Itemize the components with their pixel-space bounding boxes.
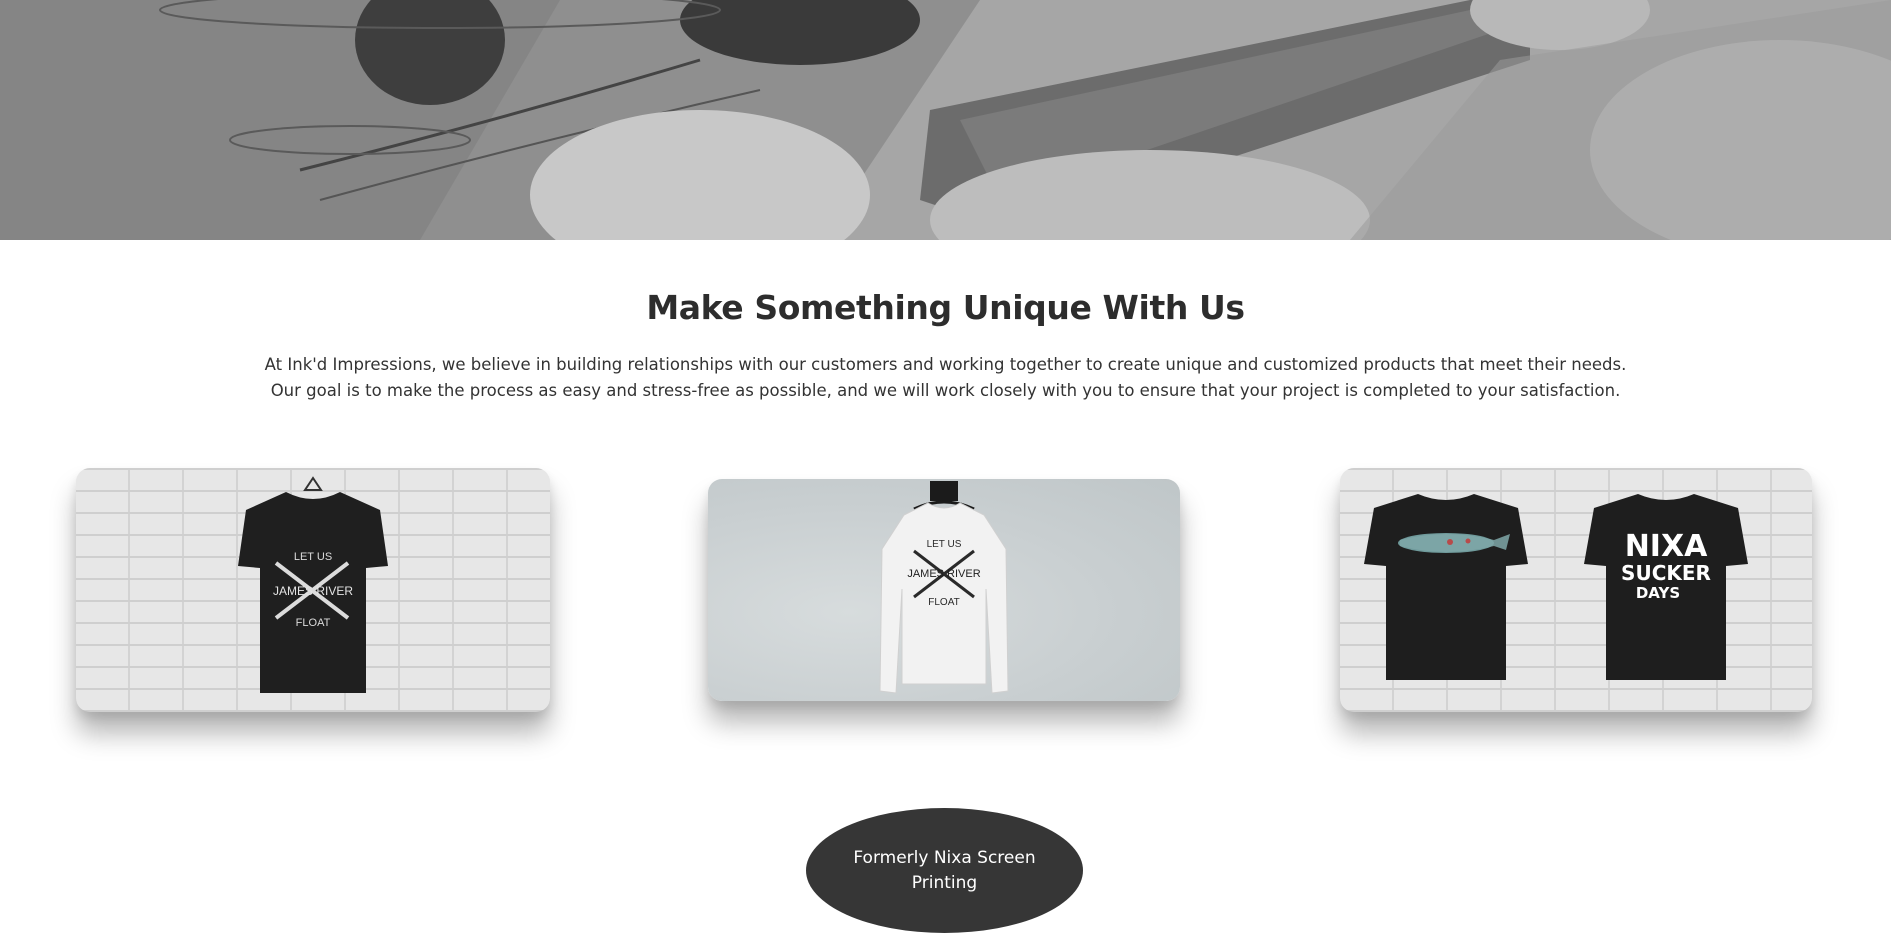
- cta-label: Formerly Nixa Screen Printing: [853, 847, 1036, 893]
- section-title: Make Something Unique With Us: [646, 288, 1245, 327]
- hero-image: [0, 0, 1891, 240]
- intro-line-2: Our goal is to make the process as easy …: [270, 381, 1621, 400]
- svg-text:LET US: LET US: [927, 539, 962, 550]
- shirt-print-sucker: SUCKER: [1621, 561, 1711, 585]
- intro-line-1: At Ink'd Impressions, we believe in buil…: [264, 355, 1627, 374]
- product-image-black-tshirt: LET US JAMES RIVER FLOAT: [76, 468, 550, 712]
- product-image-two-black-tshirts: NIXA SUCKER DAYS: [1340, 468, 1812, 712]
- formerly-nixa-button[interactable]: Formerly Nixa Screen Printing: [806, 808, 1083, 933]
- svg-text:FLOAT: FLOAT: [928, 597, 959, 608]
- shirt-print-nixa: NIXA: [1625, 529, 1708, 564]
- svg-text:JAMES RIVER: JAMES RIVER: [273, 584, 353, 598]
- shirt-print-days: DAYS: [1636, 584, 1680, 602]
- product-image-white-sweatshirt: LET US JAMES RIVER FLOAT: [708, 479, 1180, 701]
- intro-text: At Ink'd Impressions, we believe in buil…: [0, 352, 1891, 404]
- svg-text:JAMES RIVER: JAMES RIVER: [907, 568, 980, 580]
- svg-text:FLOAT: FLOAT: [296, 617, 331, 629]
- shirt-print-top: LET US: [294, 551, 332, 563]
